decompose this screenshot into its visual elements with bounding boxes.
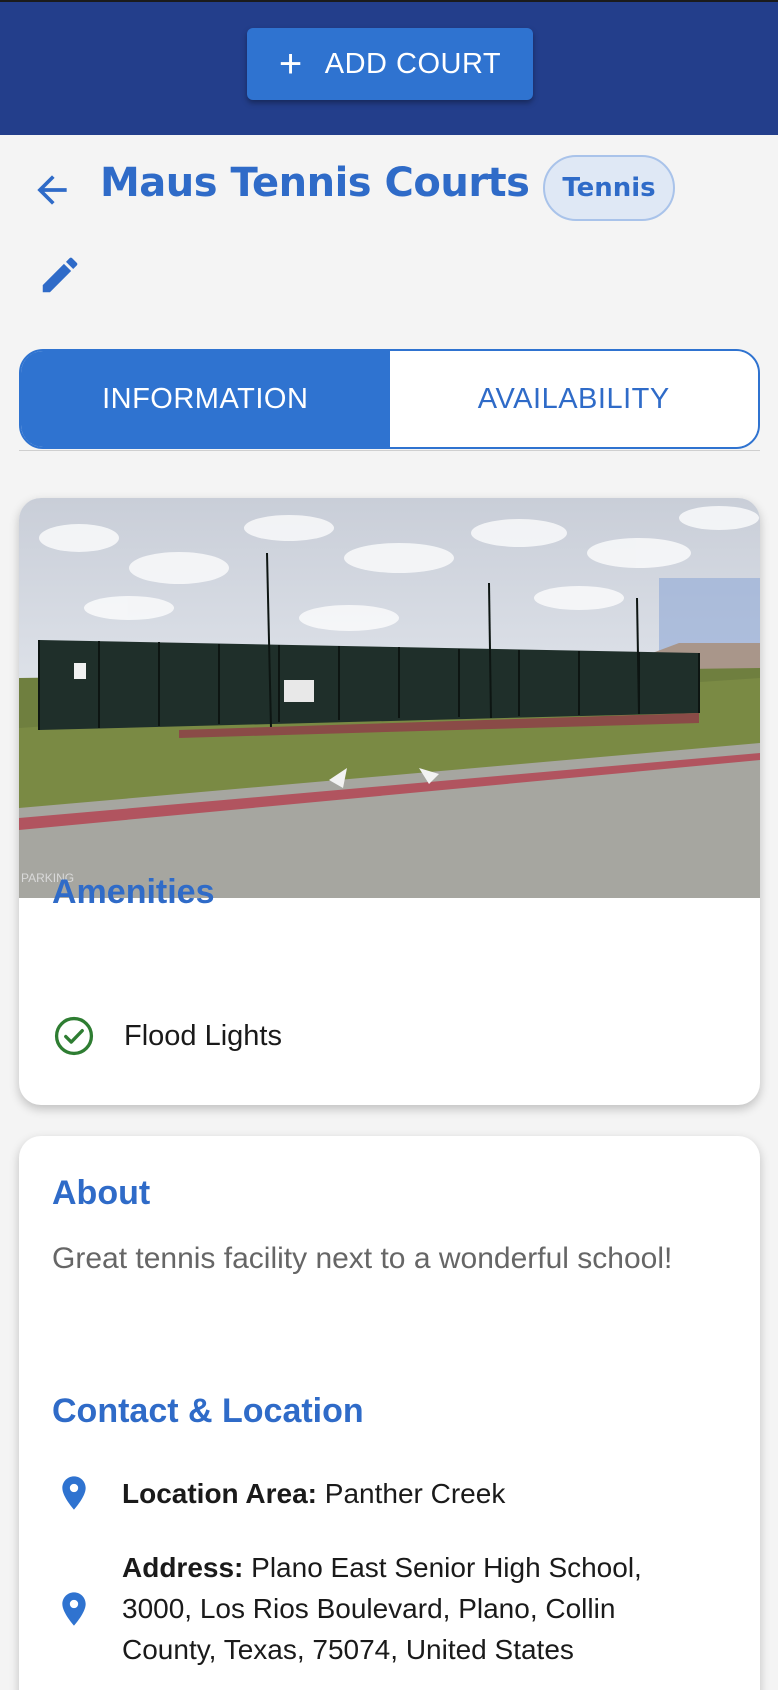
add-court-button[interactable]: + ADD COURT	[247, 28, 533, 100]
about-text: Great tennis facility next to a wonderfu…	[52, 1242, 673, 1275]
location-area-row: Location Area: Panther Creek	[52, 1471, 682, 1515]
amenities-card: PARKING Amenities Flood Lights	[19, 498, 760, 1105]
court-photo: PARKING	[19, 498, 760, 898]
tab-availability[interactable]: AVAILABILITY	[389, 351, 758, 447]
edit-pencil-icon[interactable]	[37, 252, 83, 298]
about-card: About Great tennis facility next to a wo…	[19, 1136, 760, 1690]
location-area-value: Panther Creek	[324, 1478, 506, 1509]
add-court-label: ADD COURT	[324, 47, 502, 80]
amenity-label: Flood Lights	[124, 1019, 282, 1052]
check-circle-icon	[54, 1016, 94, 1056]
tab-bar: INFORMATION AVAILABILITY	[19, 349, 760, 449]
contact-heading: Contact & Location	[52, 1392, 364, 1430]
tab-information[interactable]: INFORMATION	[21, 351, 390, 447]
address-row: Address: Plano East Senior High School, …	[52, 1547, 682, 1670]
address-label: Address:	[122, 1552, 244, 1583]
amenity-item: Flood Lights	[52, 1013, 282, 1059]
address-pin-icon	[62, 1591, 86, 1626]
tab-divider	[19, 450, 760, 451]
top-app-bar: + ADD COURT	[0, 0, 778, 135]
court-header: Maus Tennis Courts Tennis	[0, 150, 778, 230]
sport-chip: Tennis	[543, 155, 675, 221]
about-heading: About	[52, 1174, 151, 1212]
back-arrow-icon[interactable]	[30, 168, 74, 212]
amenities-heading: Amenities	[52, 873, 215, 911]
location-pin-icon	[62, 1476, 86, 1510]
page-title: Maus Tennis Courts	[100, 160, 530, 206]
location-area-label: Location Area:	[122, 1478, 317, 1509]
plus-icon: +	[278, 42, 303, 86]
